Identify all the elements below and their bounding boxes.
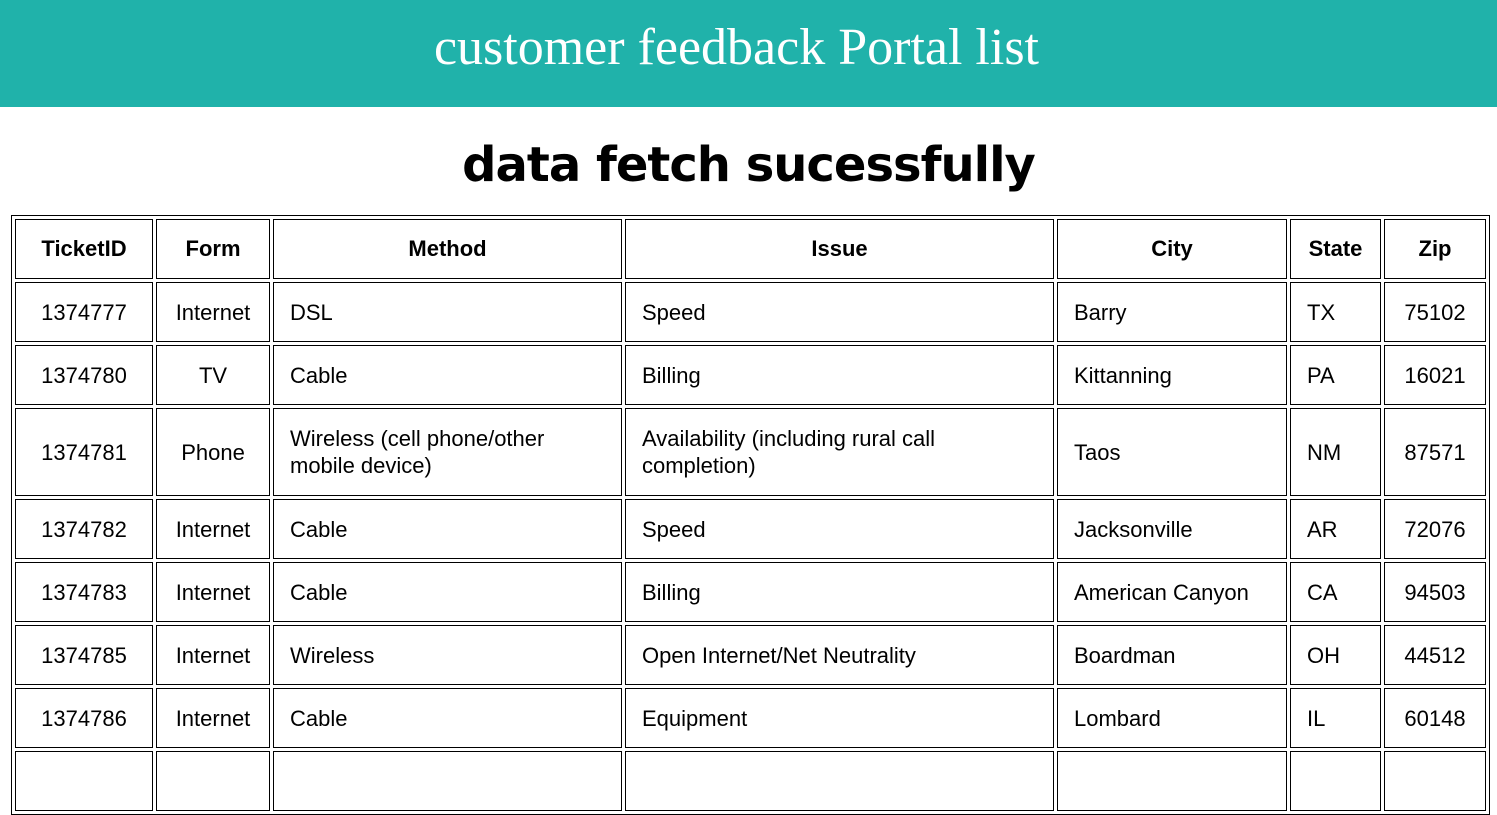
- column-header-method: Method: [273, 219, 622, 279]
- table-row: 1374780 TV Cable Billing Kittanning PA 1…: [15, 345, 1486, 405]
- table-row: 1374786 Internet Cable Equipment Lombard…: [15, 688, 1486, 748]
- cell-method: Wireless (cell phone/other mobile device…: [273, 408, 622, 496]
- cell-state: TX: [1290, 282, 1381, 342]
- cell-issue: Speed: [625, 499, 1054, 559]
- column-header-issue: Issue: [625, 219, 1054, 279]
- cell-method: DSL: [273, 282, 622, 342]
- cell-zip: 75102: [1384, 282, 1486, 342]
- cell-form: Phone: [156, 408, 270, 496]
- portal-header: customer feedback Portal list: [0, 0, 1497, 107]
- cell-method: Cable: [273, 499, 622, 559]
- cell-ticketid: 1374786: [15, 688, 153, 748]
- column-header-ticketid: TicketID: [15, 219, 153, 279]
- feedback-table: TicketID Form Method Issue City State Zi…: [11, 215, 1490, 815]
- table-row: 1374783 Internet Cable Billing American …: [15, 562, 1486, 622]
- cell-city: Taos: [1057, 408, 1287, 496]
- cell-state: [1290, 751, 1381, 811]
- table-header: TicketID Form Method Issue City State Zi…: [15, 219, 1486, 279]
- table-body: 1374777 Internet DSL Speed Barry TX 7510…: [15, 282, 1486, 811]
- cell-state: AR: [1290, 499, 1381, 559]
- cell-ticketid: [15, 751, 153, 811]
- cell-ticketid: 1374782: [15, 499, 153, 559]
- cell-city: Barry: [1057, 282, 1287, 342]
- table-row: 1374785 Internet Wireless Open Internet/…: [15, 625, 1486, 685]
- column-header-city: City: [1057, 219, 1287, 279]
- cell-city: Boardman: [1057, 625, 1287, 685]
- cell-issue: [625, 751, 1054, 811]
- cell-city: [1057, 751, 1287, 811]
- table-row: 1374777 Internet DSL Speed Barry TX 7510…: [15, 282, 1486, 342]
- cell-form: Internet: [156, 282, 270, 342]
- column-header-state: State: [1290, 219, 1381, 279]
- cell-city: Kittanning: [1057, 345, 1287, 405]
- cell-ticketid: 1374785: [15, 625, 153, 685]
- cell-issue: Speed: [625, 282, 1054, 342]
- cell-city: Jacksonville: [1057, 499, 1287, 559]
- cell-zip: 44512: [1384, 625, 1486, 685]
- cell-state: CA: [1290, 562, 1381, 622]
- cell-form: Internet: [156, 499, 270, 559]
- cell-state: IL: [1290, 688, 1381, 748]
- cell-method: Wireless: [273, 625, 622, 685]
- cell-issue: Billing: [625, 562, 1054, 622]
- cell-issue: Equipment: [625, 688, 1054, 748]
- header-row: TicketID Form Method Issue City State Zi…: [15, 219, 1486, 279]
- feedback-table-container: TicketID Form Method Issue City State Zi…: [11, 215, 1490, 815]
- table-row: 1374782 Internet Cable Speed Jacksonvill…: [15, 499, 1486, 559]
- cell-ticketid: 1374781: [15, 408, 153, 496]
- table-row: [15, 751, 1486, 811]
- cell-city: American Canyon: [1057, 562, 1287, 622]
- cell-city: Lombard: [1057, 688, 1287, 748]
- cell-form: Internet: [156, 625, 270, 685]
- portal-title: customer feedback Portal list: [433, 18, 1040, 76]
- status-message: data fetch sucessfully: [462, 137, 1036, 193]
- cell-issue: Open Internet/Net Neutrality: [625, 625, 1054, 685]
- column-header-form: Form: [156, 219, 270, 279]
- cell-state: NM: [1290, 408, 1381, 496]
- cell-method: Cable: [273, 345, 622, 405]
- cell-issue: Availability (including rural call compl…: [625, 408, 1054, 496]
- cell-form: TV: [156, 345, 270, 405]
- table-row: 1374781 Phone Wireless (cell phone/other…: [15, 408, 1486, 496]
- cell-method: Cable: [273, 562, 622, 622]
- cell-method: Cable: [273, 688, 622, 748]
- cell-zip: 60148: [1384, 688, 1486, 748]
- cell-state: OH: [1290, 625, 1381, 685]
- cell-zip: [1384, 751, 1486, 811]
- cell-state: PA: [1290, 345, 1381, 405]
- cell-zip: 94503: [1384, 562, 1486, 622]
- cell-method: [273, 751, 622, 811]
- cell-issue: Billing: [625, 345, 1054, 405]
- column-header-zip: Zip: [1384, 219, 1486, 279]
- cell-zip: 72076: [1384, 499, 1486, 559]
- cell-zip: 87571: [1384, 408, 1486, 496]
- cell-form: Internet: [156, 562, 270, 622]
- cell-zip: 16021: [1384, 345, 1486, 405]
- cell-ticketid: 1374780: [15, 345, 153, 405]
- cell-ticketid: 1374783: [15, 562, 153, 622]
- cell-form: Internet: [156, 688, 270, 748]
- cell-form: [156, 751, 270, 811]
- cell-ticketid: 1374777: [15, 282, 153, 342]
